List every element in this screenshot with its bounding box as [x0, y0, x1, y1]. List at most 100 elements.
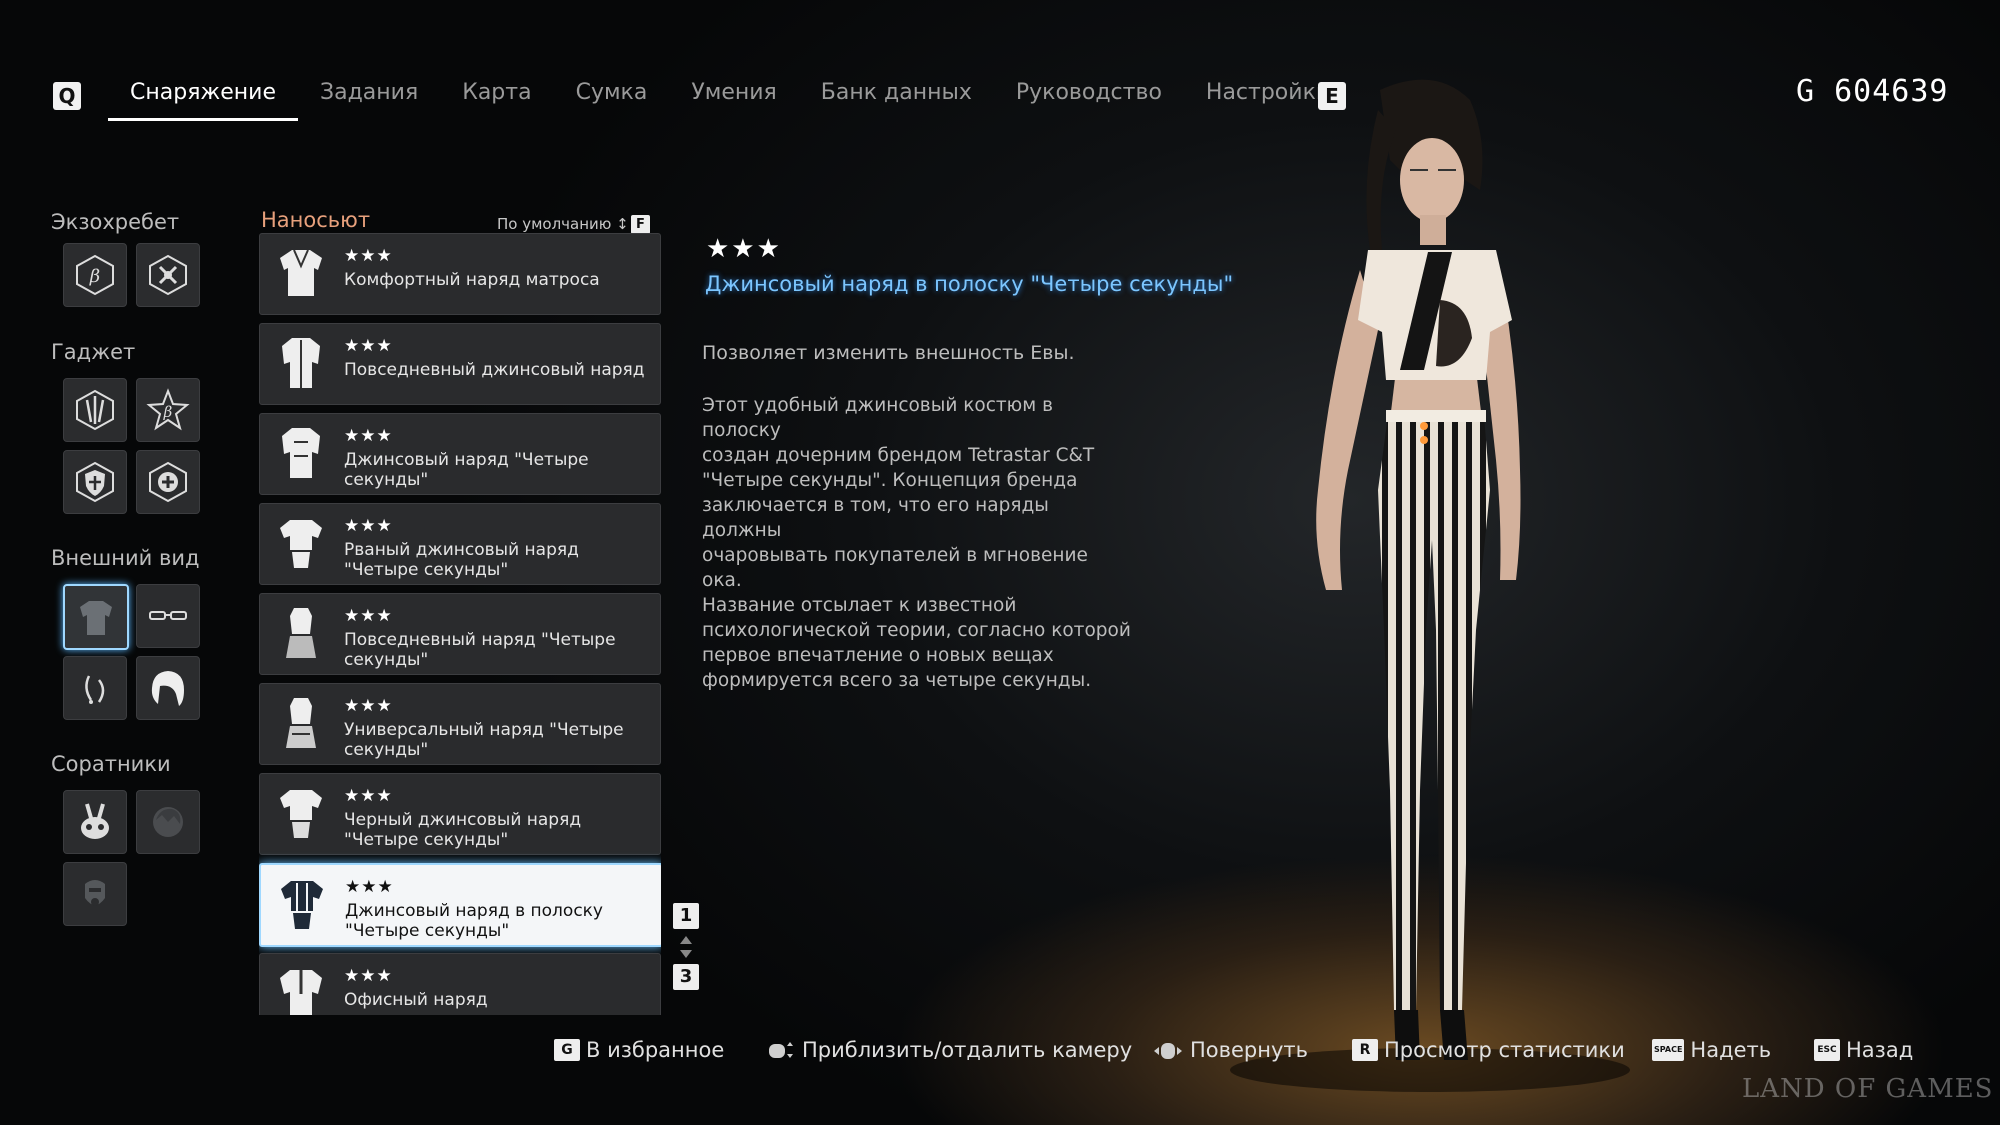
- character-preview[interactable]: [1200, 70, 1660, 1110]
- tab-quests[interactable]: Задания: [298, 72, 440, 118]
- list-title: Наносьют: [261, 208, 371, 232]
- earrings-icon: [85, 675, 105, 704]
- office-outfit-icon: [280, 970, 322, 1015]
- glasses-icon: [149, 611, 187, 620]
- suit-list[interactable]: ★★★ Комфортный наряд матроса ★★★ Повседн…: [259, 233, 661, 1015]
- prev-tab-key[interactable]: Q: [53, 82, 81, 110]
- tab-guide[interactable]: Руководство: [994, 72, 1184, 118]
- equip-hint[interactable]: SPACE Надеть: [1652, 1038, 1771, 1062]
- equip-label: Надеть: [1690, 1038, 1772, 1062]
- item-stars: ★★★: [344, 246, 393, 266]
- gadget-slot-4[interactable]: [136, 450, 200, 514]
- category-companions-label: Соратники: [51, 752, 171, 776]
- sort-dropdown[interactable]: По умолчанию ↕: [497, 215, 629, 233]
- sailor-outfit-icon: [280, 249, 322, 296]
- universal-outfit-icon: [286, 698, 316, 748]
- back-hint[interactable]: ESC Назад: [1814, 1038, 1913, 1062]
- item-stars: ★★★: [344, 426, 393, 446]
- tab-database[interactable]: Банк данных: [799, 72, 994, 118]
- page-current: 1: [673, 903, 699, 929]
- svg-text:β: β: [89, 266, 100, 287]
- list-item[interactable]: ★★★ Рваный джинсовый наряд "Четыре секун…: [259, 503, 661, 585]
- ripped-denim-icon: [280, 520, 322, 568]
- list-item[interactable]: ★★★ Комфортный наряд матроса: [259, 233, 661, 315]
- category-appearance-label: Внешний вид: [51, 546, 200, 570]
- mouse-rotate-icon: [1154, 1043, 1182, 1059]
- gadget-beta-star-icon: β: [146, 388, 190, 431]
- rotate-label: Повернуть: [1190, 1038, 1309, 1062]
- list-item[interactable]: ★★★ Повседневный наряд "Четыре секунды": [259, 593, 661, 675]
- hair-icon: [151, 671, 184, 706]
- list-item[interactable]: ★★★ Джинсовый наряд "Четыре секунды": [259, 413, 661, 495]
- gadget-slot-3[interactable]: [63, 450, 127, 514]
- item-name: Повседневный джинсовый наряд: [344, 360, 645, 380]
- watermark: LAND OF GAMES: [1742, 1074, 1994, 1104]
- sort-key[interactable]: F: [631, 215, 650, 234]
- currency-counter: G 604639: [1796, 74, 1949, 109]
- svg-text:β: β: [163, 403, 173, 421]
- item-stars: ★★★: [344, 786, 393, 806]
- appearance-slot-suit[interactable]: [63, 584, 129, 650]
- item-name: Офисный наряд: [344, 990, 488, 1010]
- companion-slot-1[interactable]: [63, 790, 127, 854]
- denim-outfit-icon: [282, 428, 320, 478]
- list-item[interactable]: ★★★ Универсальный наряд "Четыре секунды": [259, 683, 661, 765]
- exospine-slot-1[interactable]: β: [63, 243, 127, 307]
- tab-bag[interactable]: Сумка: [554, 72, 670, 118]
- stats-hint[interactable]: R Просмотр статистики: [1352, 1038, 1625, 1062]
- list-item[interactable]: ★★★ Офисный наряд: [259, 953, 661, 1015]
- detail-summary: Позволяет изменить внешность Евы.: [702, 342, 1075, 364]
- item-name: Комфортный наряд матроса: [344, 270, 600, 290]
- companion-slot-3[interactable]: [63, 862, 127, 926]
- zoom-camera-hint[interactable]: Приблизить/отдалить камеру: [766, 1038, 1132, 1062]
- mouse-scroll-icon: [769, 1042, 793, 1058]
- appearance-slot-glasses[interactable]: [136, 584, 200, 648]
- gadget-slot-1[interactable]: [63, 378, 127, 442]
- page-arrows-icon[interactable]: [677, 934, 695, 960]
- item-stars: ★★★: [344, 606, 393, 626]
- item-name: Джинсовый наряд в полоску "Четыре секунд…: [345, 901, 603, 941]
- back-key: ESC: [1814, 1039, 1840, 1061]
- detail-description: Этот удобный джинсовый костюм в полоску …: [702, 395, 1131, 691]
- page-total: 3: [673, 964, 699, 990]
- stats-key: R: [1352, 1039, 1378, 1061]
- suit-icon: [80, 601, 112, 635]
- gas-mask-icon: [85, 880, 105, 906]
- bunny-mask-icon: [81, 803, 109, 839]
- gadget-heal-icon: [149, 461, 187, 503]
- item-name: Универсальный наряд "Четыре секунды": [344, 720, 624, 760]
- exospine-slot-2[interactable]: [136, 243, 200, 307]
- item-stars: ★★★: [344, 966, 393, 986]
- favorite-hint[interactable]: G В избранное: [554, 1038, 724, 1062]
- striped-denim-icon: [281, 881, 323, 929]
- gadget-slot-2[interactable]: β: [136, 378, 200, 442]
- item-stars: ★★★: [344, 696, 393, 716]
- item-name: Повседневный наряд "Четыре секунды": [344, 630, 616, 670]
- appearance-slot-hair[interactable]: [136, 656, 200, 720]
- exospine-cross-icon: [149, 254, 187, 296]
- favorite-key: G: [554, 1039, 580, 1061]
- gadget-spikes-icon: [76, 389, 114, 431]
- exospine-beta-icon: β: [76, 254, 114, 296]
- list-item[interactable]: ★★★ Повседневный джинсовый наряд: [259, 323, 661, 405]
- list-item[interactable]: ★★★ Черный джинсовый наряд "Четыре секун…: [259, 773, 661, 855]
- tab-equipment[interactable]: Снаряжение: [108, 72, 298, 121]
- zoom-camera-label: Приблизить/отдалить камеру: [802, 1038, 1133, 1062]
- black-denim-icon: [280, 790, 322, 838]
- list-item-selected[interactable]: ★★★ Джинсовый наряд в полоску "Четыре се…: [259, 863, 661, 947]
- item-stars: ★★★: [345, 877, 394, 897]
- tab-map[interactable]: Карта: [440, 72, 553, 118]
- appearance-slot-earrings[interactable]: [63, 656, 127, 720]
- tab-skills[interactable]: Умения: [669, 72, 798, 118]
- companion-hair-icon: [153, 807, 183, 837]
- item-stars: ★★★: [344, 516, 393, 536]
- main-tabs: Снаряжение Задания Карта Сумка Умения Ба…: [108, 72, 1352, 121]
- stats-label: Просмотр статистики: [1384, 1038, 1625, 1062]
- item-name: Джинсовый наряд "Четыре секунды": [344, 450, 589, 490]
- item-stars: ★★★: [344, 336, 393, 356]
- rotate-hint[interactable]: Повернуть: [1152, 1038, 1308, 1062]
- companion-slot-2[interactable]: [136, 790, 200, 854]
- detail-title: Джинсовый наряд в полоску "Четыре секунд…: [705, 272, 1234, 296]
- item-name: Рваный джинсовый наряд "Четыре секунды": [344, 540, 579, 580]
- equip-key: SPACE: [1652, 1039, 1685, 1061]
